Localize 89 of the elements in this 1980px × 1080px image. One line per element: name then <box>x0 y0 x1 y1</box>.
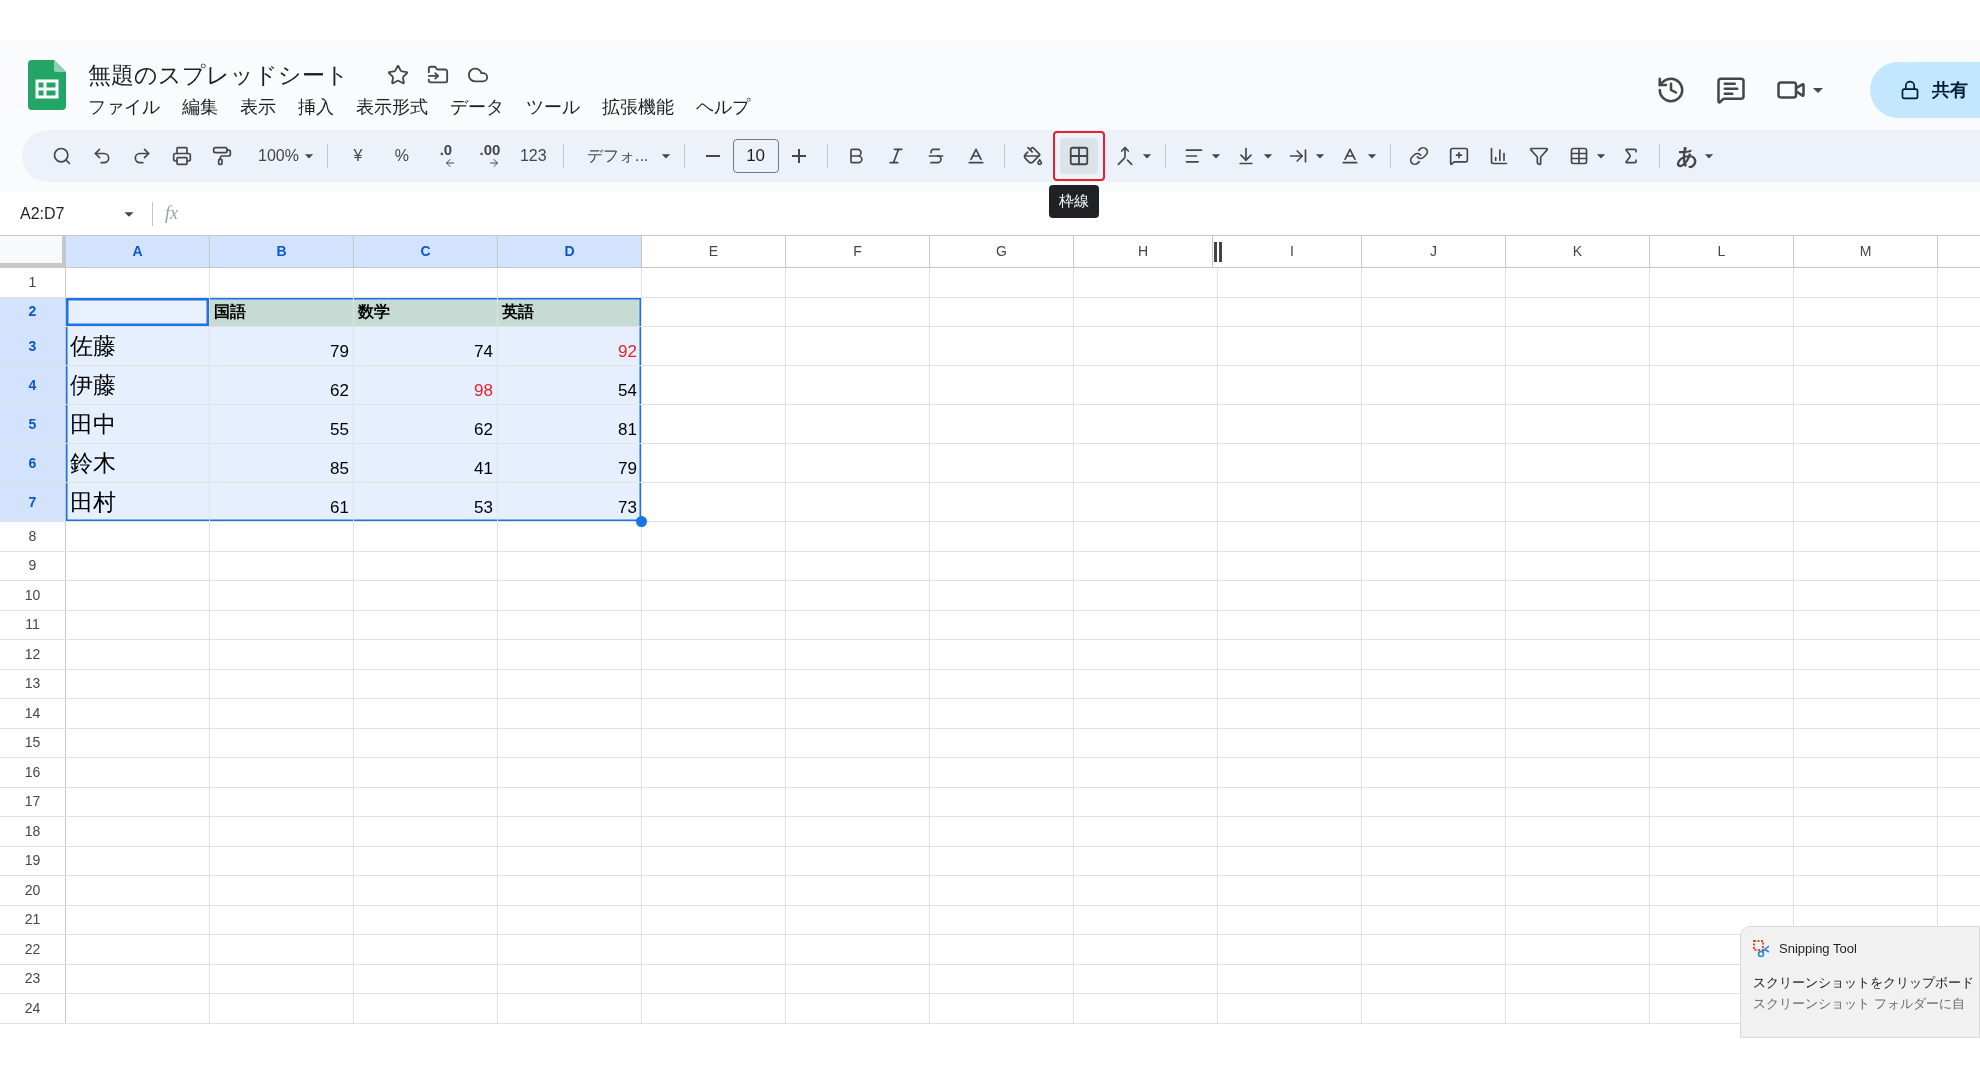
increase-decimal-button[interactable]: .00 <box>467 138 512 174</box>
score-cell[interactable]: 61 <box>210 483 354 521</box>
undo-icon <box>92 146 112 166</box>
name-cell[interactable]: 田中 <box>66 405 210 443</box>
score-cell[interactable]: 98 <box>354 366 498 404</box>
score-cell[interactable]: 79 <box>210 327 354 365</box>
menu-item[interactable]: 拡張機能 <box>602 94 674 121</box>
score-cell[interactable]: 55 <box>210 405 354 443</box>
menu-item[interactable]: 挿入 <box>298 94 334 121</box>
font-size-field[interactable]: 10 <box>732 139 779 173</box>
filter-icon <box>1528 146 1549 166</box>
score-cell[interactable]: 74 <box>354 327 498 365</box>
score-cell[interactable]: 73 <box>498 483 642 521</box>
column-resize-handle[interactable] <box>1213 241 1223 262</box>
row-header[interactable]: 5 <box>0 405 66 443</box>
folder-icon[interactable] <box>427 64 449 86</box>
score-cell[interactable]: 62 <box>210 366 354 404</box>
history-icon[interactable] <box>1656 75 1686 105</box>
zoom-select[interactable]: 100% <box>250 138 307 174</box>
row-header[interactable]: 4 <box>0 366 66 404</box>
column-header[interactable]: A <box>66 236 210 267</box>
score-cell[interactable]: 81 <box>498 405 642 443</box>
add-comment-icon <box>1448 146 1469 166</box>
name-cell[interactable]: 佐藤 <box>66 327 210 365</box>
menu-item[interactable]: ファイル <box>88 94 160 121</box>
arrow-right-icon <box>487 157 500 169</box>
share-button[interactable]: 共有 <box>1870 62 1980 118</box>
row-header[interactable]: 6 <box>0 444 66 482</box>
font-select[interactable]: デフォ... <box>571 138 664 174</box>
lock-icon <box>1900 80 1920 100</box>
star-icon[interactable] <box>387 64 409 86</box>
redo-icon <box>132 146 152 166</box>
name-cell[interactable]: 田村 <box>66 483 210 521</box>
notification-detail: スクリーンショット フォルダーに自 <box>1753 995 1965 1013</box>
input-tool-button[interactable]: あ <box>1667 138 1707 174</box>
insert-chart-icon <box>1488 146 1509 166</box>
menu-item[interactable]: 表示 <box>240 94 276 121</box>
menu-item[interactable]: ヘルプ <box>696 94 750 121</box>
score-cell[interactable]: 79 <box>498 444 642 482</box>
tooltip: 枠線 <box>1048 185 1099 218</box>
header-cell[interactable]: 国語 <box>210 297 354 326</box>
borders-button[interactable] <box>1052 131 1105 181</box>
paint-format-icon <box>212 146 232 166</box>
score-cell[interactable]: 54 <box>498 366 642 404</box>
fill-handle[interactable] <box>636 516 647 527</box>
menu-item[interactable]: 編集 <box>182 94 218 121</box>
notification-message: スクリーンショットをクリップボード <box>1753 973 1974 992</box>
spreadsheet-icon[interactable] <box>28 60 66 110</box>
score-cell[interactable]: 41 <box>354 444 498 482</box>
horizontal-align-icon <box>1183 146 1204 166</box>
name-cell[interactable]: 伊藤 <box>66 366 210 404</box>
score-cell[interactable]: 85 <box>210 444 354 482</box>
borders-icon <box>1067 145 1090 167</box>
column-header[interactable]: B <box>210 236 354 267</box>
link-icon <box>1408 146 1429 166</box>
column-header[interactable]: C <box>354 236 498 267</box>
table-icon <box>1568 146 1589 166</box>
formula-label: fx <box>165 202 178 225</box>
header-cell[interactable]: 数学 <box>354 297 498 326</box>
score-cell[interactable]: 62 <box>354 405 498 443</box>
notification-app-name: Snipping Tool <box>1779 940 1857 958</box>
arrow-left-icon <box>443 157 456 169</box>
menu-item[interactable]: 表示形式 <box>356 94 428 121</box>
document-title[interactable]: 無題のスプレッドシート <box>88 57 349 93</box>
row-header[interactable]: 3 <box>0 327 66 365</box>
minus-icon <box>705 155 720 157</box>
column-header[interactable]: D <box>498 236 642 267</box>
search-icon <box>52 146 72 166</box>
plus-icon <box>791 149 806 163</box>
name-cell[interactable]: 鈴木 <box>66 444 210 482</box>
text-wrapping-icon <box>1287 146 1308 166</box>
print-icon <box>172 146 192 166</box>
score-cell[interactable]: 53 <box>354 483 498 521</box>
score-cell[interactable]: 92 <box>498 327 642 365</box>
comment-icon[interactable] <box>1716 75 1746 105</box>
menu-item[interactable]: ツール <box>526 94 580 121</box>
active-cell[interactable] <box>66 297 210 326</box>
scissors-icon <box>1753 939 1771 958</box>
header-cell[interactable]: 英語 <box>498 297 642 326</box>
menu-item[interactable]: データ <box>450 94 504 121</box>
name-box[interactable]: A2:D7 <box>0 201 140 226</box>
number-format-button[interactable]: 123 <box>511 138 555 174</box>
row-header[interactable]: 2 <box>0 297 66 326</box>
fill-color-icon <box>1022 146 1043 166</box>
row-header[interactable]: 7 <box>0 483 66 521</box>
notification-toast[interactable]: Snipping Tool スクリーンショットをクリップボード スクリーンショット フォルダーに自 <box>1740 926 1980 1038</box>
currency-button[interactable]: ¥ <box>335 138 380 174</box>
percent-button[interactable]: % <box>379 138 424 174</box>
decrease-decimal-button[interactable]: .0 <box>423 138 468 174</box>
